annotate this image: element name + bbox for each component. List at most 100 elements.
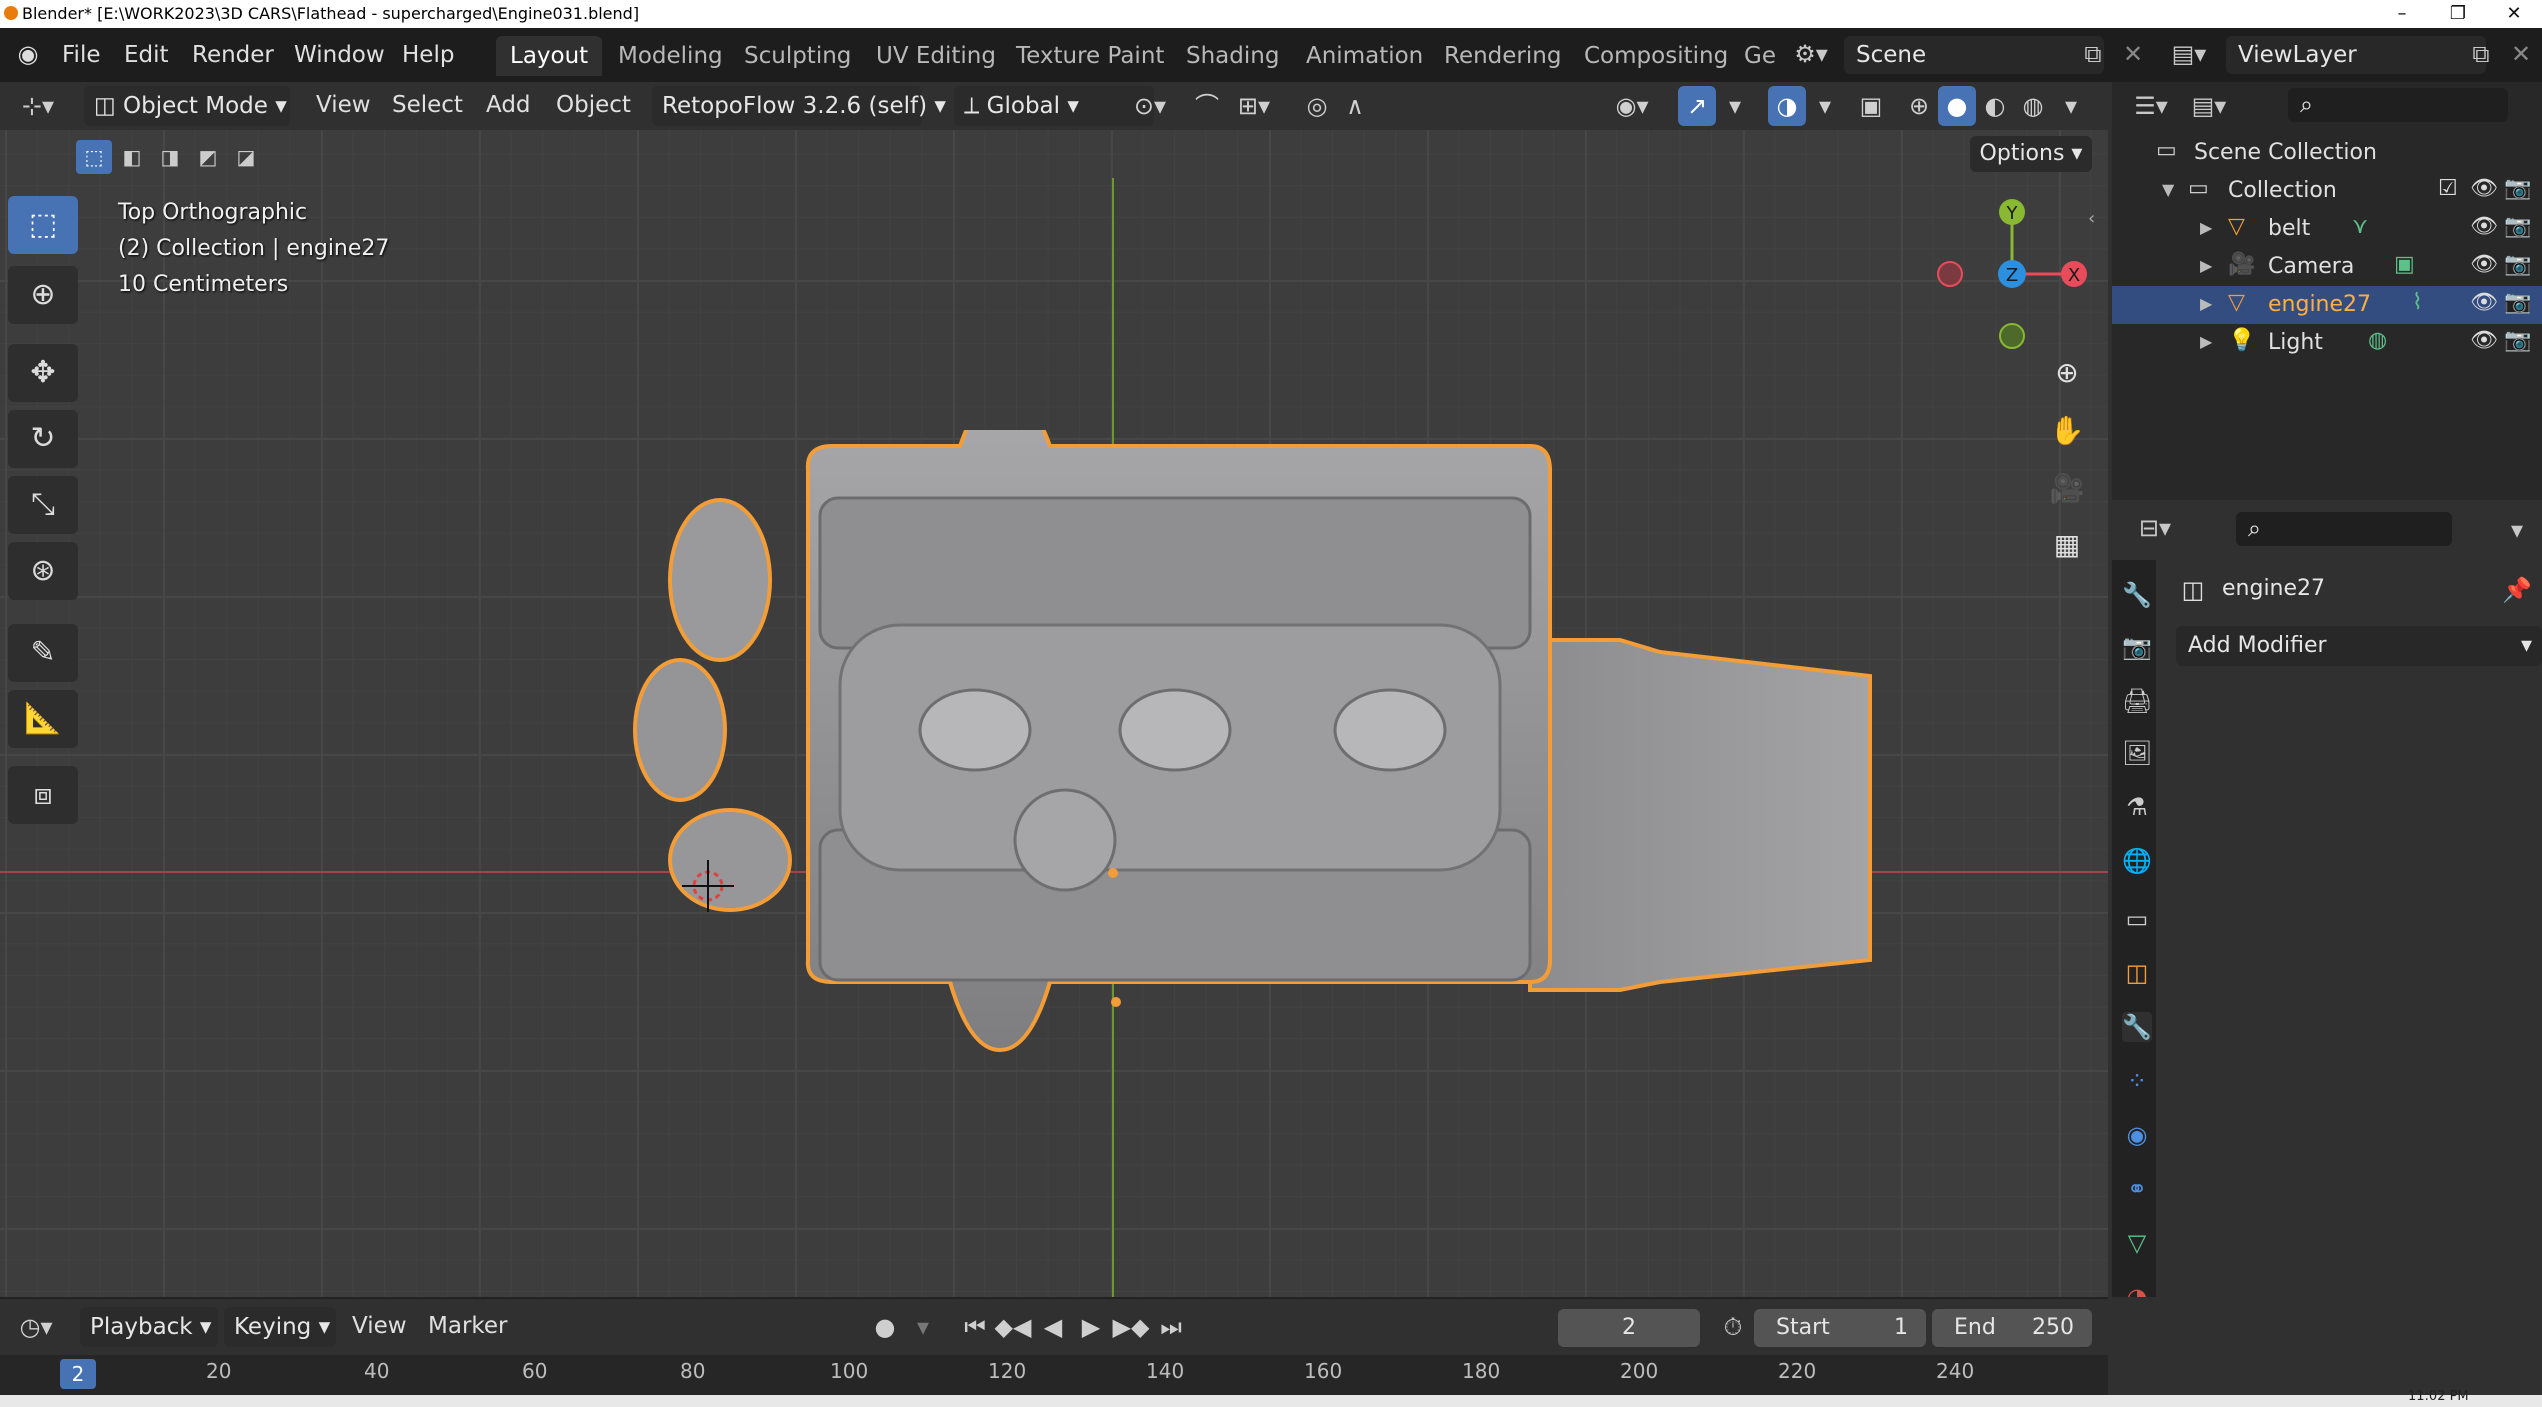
pan-hand-icon[interactable]: ✋ (2044, 408, 2090, 454)
properties-editor-type-icon[interactable]: ⊟▾ (2130, 514, 2180, 542)
prev-keyframe-icon[interactable]: ◆◀ (994, 1307, 1032, 1347)
menu-object[interactable]: Object (556, 92, 631, 118)
expand-arrow-icon[interactable]: ▶ (2200, 332, 2212, 351)
mode-dropdown[interactable]: ◫ Object Mode ▾ (84, 86, 290, 126)
properties-options-icon[interactable]: ▾ (2502, 516, 2532, 544)
cursor-tool-icon[interactable]: ⊕ (8, 266, 78, 324)
select-box-tool-icon[interactable]: ⬚ (8, 196, 78, 254)
new-view-layer-icon[interactable]: ⧉ (2466, 40, 2496, 68)
eye-icon[interactable]: 👁 (2470, 290, 2498, 315)
tab-sculpting[interactable]: Sculpting (730, 36, 865, 76)
data-tab-icon[interactable]: ▽ (2122, 1228, 2152, 1258)
view-layer-icon[interactable]: ▤▾ (2164, 40, 2214, 68)
play-icon[interactable]: ▶ (1072, 1307, 1110, 1347)
select-subtract-icon[interactable]: ◨ (152, 140, 188, 174)
pin-icon[interactable]: 📌 (2502, 576, 2532, 604)
blender-menu-icon[interactable]: ◉ (10, 40, 46, 68)
physics-tab-icon[interactable]: ◉ (2122, 1120, 2152, 1150)
pivot-point-icon[interactable]: ⊙▾ (1122, 86, 1178, 126)
display-mode-icon[interactable]: ▤▾ (2184, 92, 2234, 120)
select-invert-icon[interactable]: ◩ (190, 140, 226, 174)
scene-name-field[interactable]: Scene (1844, 36, 2104, 74)
tool-tab-icon[interactable]: 🔧 (2122, 580, 2152, 610)
tab-compositing[interactable]: Compositing (1570, 36, 1742, 76)
select-new-icon[interactable]: ⬚ (76, 140, 112, 174)
gizmo-neg-x-axis[interactable] (1937, 261, 1963, 287)
jump-start-icon[interactable]: ⏮ (956, 1307, 994, 1347)
ortho-toggle-icon[interactable]: ▦ (2044, 522, 2090, 568)
restore-button[interactable]: ❐ (2430, 0, 2486, 28)
wireframe-shading-icon[interactable]: ⊕ (1900, 86, 1938, 126)
render-camera-icon[interactable]: 📷 (2504, 252, 2531, 277)
visibility-icon[interactable]: ◉▾ (1604, 86, 1660, 126)
object-tab-icon[interactable]: ◫ (2122, 958, 2152, 988)
delete-view-layer-icon[interactable]: ✕ (2506, 40, 2536, 68)
engine-model[interactable] (620, 430, 1900, 1297)
gizmo-dropdown-icon[interactable]: ▾ (1716, 86, 1754, 126)
eye-icon[interactable]: 👁 (2470, 214, 2498, 239)
render-tab-icon[interactable]: 📷 (2122, 632, 2152, 662)
3d-viewport[interactable]: ⬚ ◧ ◨ ◩ ◪ Top Orthographic (2) Collectio… (0, 130, 2108, 1297)
jump-end-icon[interactable]: ⏭ (1152, 1307, 1190, 1347)
menu-window[interactable]: Window (294, 42, 385, 68)
zoom-icon[interactable]: ⊕ (2044, 350, 2090, 396)
outliner-row-collection[interactable]: ▼ ▭ Collection ☑ 👁 📷 (2112, 172, 2542, 210)
expand-arrow-icon[interactable]: ▶ (2200, 218, 2212, 237)
tab-geometry-nodes[interactable]: Ge (1730, 36, 1790, 76)
retopoflow-dropdown[interactable]: RetopoFlow 3.2.6 (self) ▾ (652, 86, 946, 126)
add-modifier-dropdown[interactable]: Add Modifier ▾ (2176, 626, 2542, 666)
menu-file[interactable]: File (62, 42, 101, 68)
outliner-row-belt[interactable]: ▶ ▽ belt ⋎ 👁 📷 (2112, 210, 2542, 248)
options-dropdown[interactable]: Options ▾ (1970, 136, 2092, 172)
new-scene-icon[interactable]: ⧉ (2078, 40, 2108, 68)
add-cube-tool-icon[interactable]: ⧈ (8, 766, 78, 824)
expand-arrow-icon[interactable]: ▶ (2200, 256, 2212, 275)
tab-texture-paint[interactable]: Texture Paint (1002, 36, 1178, 76)
scene-selector-icon[interactable]: ⚙▾ (1786, 40, 1836, 68)
current-frame-field[interactable]: 2 (1558, 1309, 1700, 1347)
properties-search-input[interactable]: ⌕ (2236, 512, 2452, 546)
outliner-row-scene-collection[interactable]: ▭ Scene Collection (2112, 134, 2542, 172)
tab-layout[interactable]: Layout (496, 36, 603, 76)
outliner-row-engine27[interactable]: ▶ ▽ engine27 ⌇ 👁 📷 (2112, 286, 2542, 324)
outliner-row-light[interactable]: ▶ 💡 Light ◍ 👁 📷 (2112, 324, 2542, 362)
menu-add[interactable]: Add (486, 92, 531, 118)
falloff-icon[interactable]: ∧ (1336, 86, 1374, 126)
scale-tool-icon[interactable]: ⤡ (8, 476, 78, 534)
playback-dropdown[interactable]: Playback ▾ (80, 1307, 218, 1347)
timeline-ruler[interactable]: 2 20 40 60 80 100 120 140 160 180 200 22… (0, 1355, 2108, 1395)
view-layer-field[interactable]: ViewLayer (2226, 36, 2486, 74)
timeline-menu-marker[interactable]: Marker (428, 1313, 508, 1339)
annotate-tool-icon[interactable]: ✎ (8, 624, 78, 682)
rotate-tool-icon[interactable]: ↻ (8, 410, 78, 468)
menu-view[interactable]: View (316, 92, 371, 118)
overlays-dropdown-icon[interactable]: ▾ (1806, 86, 1844, 126)
play-reverse-icon[interactable]: ◀ (1034, 1307, 1072, 1347)
exclude-checkbox-icon[interactable]: ☑ (2438, 176, 2458, 201)
keying-dropdown[interactable]: Keying ▾ (224, 1307, 336, 1347)
delete-scene-icon[interactable]: ✕ (2118, 40, 2148, 68)
eye-icon[interactable]: 👁 (2470, 252, 2498, 277)
collection-tab-icon[interactable]: ▭ (2122, 904, 2152, 934)
solid-shading-icon[interactable]: ● (1938, 86, 1976, 126)
gizmo-neg-y-axis[interactable] (1999, 323, 2025, 349)
proportional-edit-icon[interactable]: ◎ (1298, 86, 1336, 126)
move-tool-icon[interactable]: ✥ (8, 344, 78, 402)
minimize-button[interactable]: – (2374, 0, 2430, 28)
menu-render[interactable]: Render (192, 42, 274, 68)
close-window-button[interactable]: ✕ (2486, 0, 2542, 28)
expand-arrow-icon[interactable]: ▶ (2200, 294, 2212, 313)
render-camera-icon[interactable]: 📷 (2504, 176, 2531, 201)
end-frame-field[interactable]: End 250 (1932, 1309, 2092, 1347)
select-extend-icon[interactable]: ◧ (114, 140, 150, 174)
view-layer-tab-icon[interactable]: 🖼 (2122, 738, 2152, 768)
editor-type-icon[interactable]: ⊹▾ (12, 86, 64, 126)
camera-view-icon[interactable]: 🎥 (2044, 466, 2090, 512)
tab-modeling[interactable]: Modeling (604, 36, 737, 76)
gizmo-toggle-icon[interactable]: ↗ (1678, 86, 1716, 126)
eye-icon[interactable]: 👁 (2470, 176, 2498, 201)
scene-tab-icon[interactable]: ⚗ (2122, 792, 2152, 822)
eye-icon[interactable]: 👁 (2470, 328, 2498, 353)
measure-tool-icon[interactable]: 📐 (8, 690, 78, 748)
menu-edit[interactable]: Edit (124, 42, 169, 68)
